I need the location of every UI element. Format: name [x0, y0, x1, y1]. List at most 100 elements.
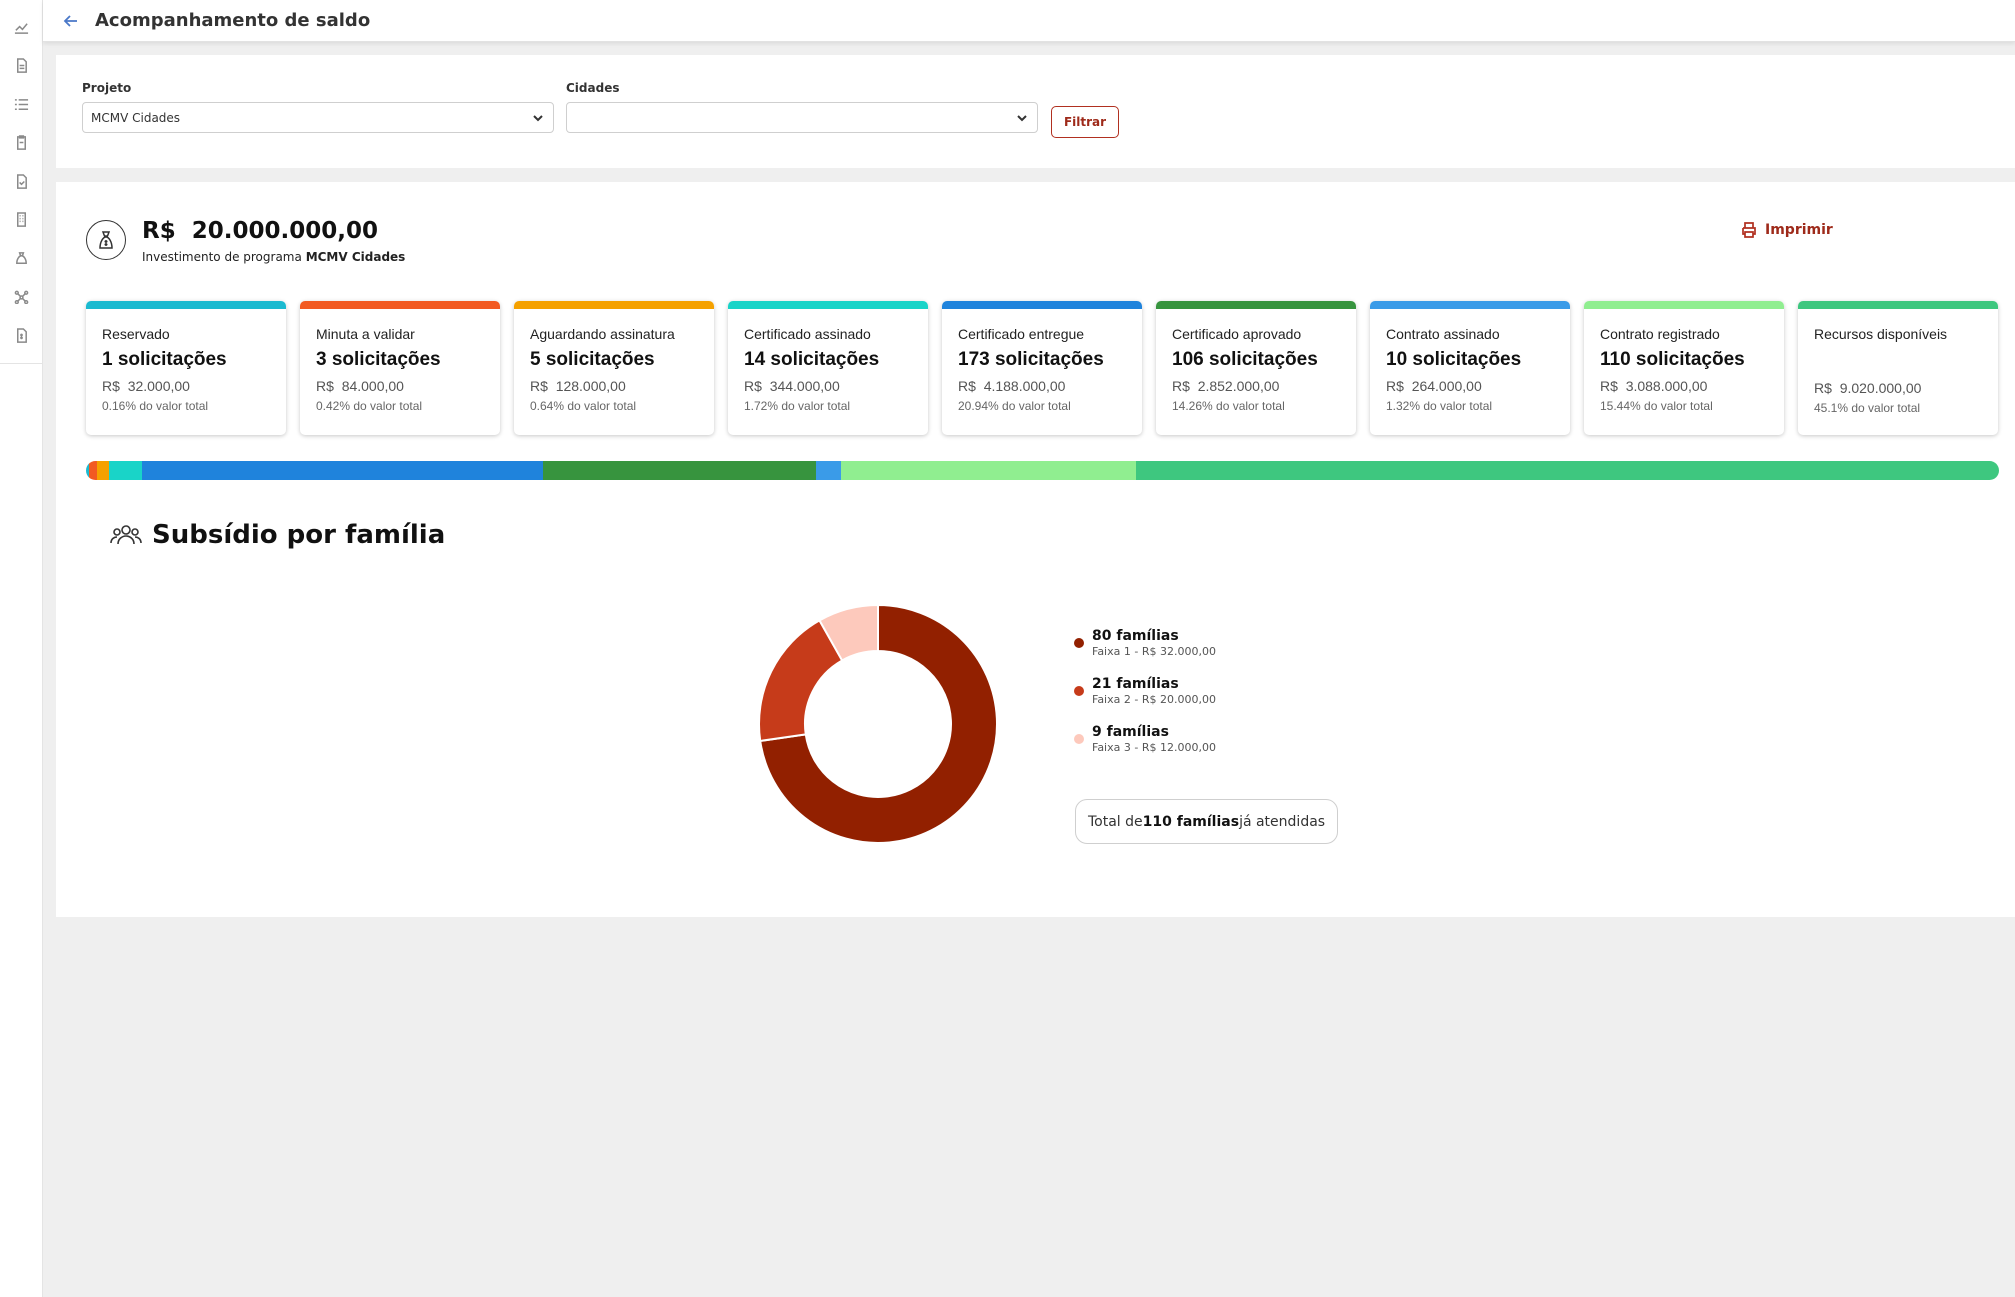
- status-card: Contrato registrado 110 solicitações R$ 3.…: [1584, 301, 1784, 435]
- filter-button[interactable]: Filtrar: [1051, 106, 1119, 138]
- card-value: R$ 344.000,00: [744, 378, 840, 394]
- family-icon: [110, 522, 142, 550]
- money-bag-icon[interactable]: [0, 239, 43, 278]
- card-count: 173 solicitações: [958, 349, 1104, 370]
- card-color-bar: [1370, 301, 1570, 309]
- legend-desc: Faixa 3 - R$ 12.000,00: [1092, 741, 1216, 754]
- legend-count: 21 famílias: [1092, 676, 1179, 692]
- card-color-bar: [300, 301, 500, 309]
- card-count: 14 solicitações: [744, 349, 880, 370]
- card-percent: 1.72% do valor total: [744, 399, 851, 413]
- card-value: R$ 4.188.000,00: [958, 378, 1066, 394]
- status-card: Certificado assinado 14 solicitações R$ 34…: [728, 301, 928, 435]
- file-check-icon[interactable]: [0, 162, 43, 201]
- card-percent: 15.44% do valor total: [1600, 399, 1713, 413]
- list-icon[interactable]: [0, 85, 43, 124]
- progress-segment: [97, 461, 110, 480]
- sidebar: [0, 0, 43, 1297]
- card-title: Recursos disponíveis: [1814, 326, 1948, 342]
- status-card: Reservado 1 solicitações R$ 32.000,00 0.16%…: [86, 301, 286, 435]
- legend-dot: [1074, 638, 1084, 648]
- card-color-bar: [728, 301, 928, 309]
- investment-line: Investimento de programa MCMV Cidades: [142, 250, 406, 264]
- families-donut-chart: [758, 603, 998, 844]
- network-icon[interactable]: [0, 278, 43, 317]
- print-button[interactable]: Imprimir: [1741, 222, 1833, 238]
- project-select-value: MCMV Cidades: [91, 110, 181, 125]
- status-card: Recursos disponíveis R$ 9.020.000,00 45.1%…: [1798, 301, 1998, 435]
- status-card: Certificado aprovado 106 solicitações R$ 2…: [1156, 301, 1356, 435]
- sidebar-nav: [0, 0, 42, 364]
- legend-item: 80 famílias Faixa 1 - R$ 32.000,00: [1074, 628, 1216, 676]
- cities-select[interactable]: [566, 102, 1038, 133]
- card-percent: 20.94% do valor total: [958, 399, 1071, 413]
- building-icon[interactable]: [0, 201, 43, 240]
- card-value: R$ 3.088.000,00: [1600, 378, 1708, 394]
- card-percent: 14.26% do valor total: [1172, 399, 1285, 413]
- card-color-bar: [1156, 301, 1356, 309]
- document-icon[interactable]: [0, 47, 43, 86]
- file-money-icon[interactable]: [0, 316, 43, 355]
- legend-desc: Faixa 2 - R$ 20.000,00: [1092, 693, 1216, 706]
- progress-segment: [542, 461, 816, 480]
- money-bag-icon: [86, 220, 126, 260]
- progress-segment: [840, 461, 1137, 480]
- project-select[interactable]: MCMV Cidades: [82, 102, 554, 133]
- card-count: 3 solicitações: [316, 349, 441, 370]
- card-percent: 0.16% do valor total: [102, 399, 209, 413]
- section-title: Subsídio por família: [152, 520, 446, 550]
- card-percent: 1.32% do valor total: [1386, 399, 1493, 413]
- progress-segment: [109, 461, 143, 480]
- legend-desc: Faixa 1 - R$ 32.000,00: [1092, 645, 1216, 658]
- chart-line-icon[interactable]: [0, 8, 43, 47]
- legend-item: 9 famílias Faixa 3 - R$ 12.000,00: [1074, 724, 1216, 772]
- card-color-bar: [514, 301, 714, 309]
- card-color-bar: [86, 301, 286, 309]
- project-label: Projeto: [82, 81, 132, 95]
- back-button[interactable]: [57, 7, 85, 35]
- filter-panel: Projeto MCMV Cidades Cidades Filtrar: [56, 55, 2015, 168]
- card-title: Certificado assinado: [744, 326, 871, 342]
- legend-item: 21 famílias Faixa 2 - R$ 20.000,00: [1074, 676, 1216, 724]
- card-count: 10 solicitações: [1386, 349, 1522, 370]
- card-color-bar: [1584, 301, 1784, 309]
- card-count: [1814, 349, 1982, 373]
- card-count: 110 solicitações: [1600, 349, 1745, 370]
- total-families-badge: Total de 110 famílias já atendidas: [1075, 799, 1339, 844]
- card-color-bar: [1798, 301, 1998, 309]
- progress-segment: [1136, 461, 1999, 480]
- card-value: R$ 2.852.000,00: [1172, 378, 1280, 394]
- progress-segment: [815, 461, 841, 480]
- balance-panel: R$ 20.000.000,00 Investimento de program…: [56, 182, 2015, 917]
- card-color-bar: [942, 301, 1142, 309]
- card-title: Contrato assinado: [1386, 326, 1500, 342]
- card-title: Certificado aprovado: [1172, 326, 1302, 342]
- header-bar: Acompanhamento de saldo: [43, 0, 2015, 42]
- chevron-down-icon: [533, 114, 543, 121]
- card-title: Certificado entregue: [958, 326, 1085, 342]
- card-value: R$ 128.000,00: [530, 378, 626, 394]
- card-title: Minuta a validar: [316, 326, 415, 342]
- progress-segment: [89, 461, 98, 480]
- status-card: Minuta a validar 3 solicitações R$ 84.000,…: [300, 301, 500, 435]
- card-value: R$ 9.020.000,00: [1814, 380, 1922, 396]
- total-amount: R$ 20.000.000,00: [142, 218, 378, 244]
- card-percent: 45.1% do valor total: [1814, 401, 1921, 415]
- status-cards: Reservado 1 solicitações R$ 32.000,00 0.16%…: [86, 301, 1998, 435]
- progress-segment: [142, 461, 543, 480]
- card-value: R$ 84.000,00: [316, 378, 404, 394]
- printer-icon: [1742, 222, 1756, 238]
- legend-count: 80 famílias: [1092, 628, 1179, 644]
- chevron-down-icon: [1017, 114, 1027, 121]
- status-card: Aguardando assinatura 5 solicitações R$ 12…: [514, 301, 714, 435]
- card-percent: 0.64% do valor total: [530, 399, 637, 413]
- arrow-left-icon: [63, 14, 77, 27]
- card-value: R$ 32.000,00: [102, 378, 190, 394]
- legend-dot: [1074, 734, 1084, 744]
- donut-legend: 80 famílias Faixa 1 - R$ 32.000,00 21 famí…: [1074, 628, 1216, 772]
- status-card: Certificado entregue 173 solicitações R$ 4…: [942, 301, 1142, 435]
- clipboard-icon[interactable]: [0, 124, 43, 163]
- legend-dot: [1074, 686, 1084, 696]
- cities-field: Cidades: [566, 81, 1038, 133]
- program-name: MCMV Cidades: [305, 250, 406, 264]
